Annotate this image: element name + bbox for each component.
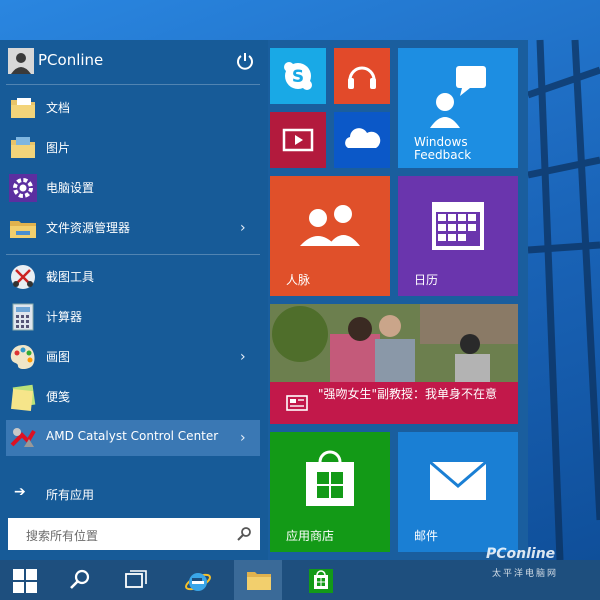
menu-item-label: AMD Catalyst Control Center — [46, 429, 219, 443]
news-headline-band: "强吻女生"副教授：我单身不在意 — [270, 382, 518, 424]
snipping-tool-icon — [8, 262, 38, 292]
menu-item-label: 文件资源管理器 — [46, 221, 131, 235]
task-view-button[interactable] — [112, 560, 160, 600]
tile-label: 人脉 — [286, 273, 311, 287]
user-account-row[interactable]: PConline — [0, 40, 268, 82]
sticky-notes-icon — [8, 382, 38, 412]
news-icon — [286, 395, 308, 411]
menu-item-label: 文档 — [46, 101, 71, 115]
watermark-sub: 太平洋电脑网 — [492, 569, 559, 579]
music-tile[interactable] — [334, 48, 390, 104]
tile-label: Windows Feedback — [414, 135, 472, 162]
menu-item-documents[interactable]: 文档 — [6, 90, 260, 126]
windows-feedback-tile[interactable]: Windows Feedback — [398, 48, 518, 168]
menu-item-sticky-notes[interactable]: 便笺 — [6, 379, 260, 415]
internet-explorer-icon — [185, 573, 211, 591]
watermark-brand: PConline — [486, 546, 556, 562]
folder-documents-icon — [8, 93, 38, 123]
menu-item-label: 截图工具 — [46, 270, 95, 284]
search-icon — [70, 569, 90, 589]
amd-catalyst-icon — [8, 423, 38, 453]
store-icon — [309, 569, 333, 593]
skype-tile[interactable]: S — [270, 48, 326, 104]
menu-item-pictures[interactable]: 图片 — [6, 130, 260, 166]
all-apps-button[interactable]: ➔ 所有应用 — [6, 480, 260, 508]
store-tile[interactable]: 应用商店 — [270, 432, 390, 552]
onedrive-tile[interactable] — [334, 112, 390, 168]
user-name: PConline — [38, 51, 104, 69]
windows-start-button[interactable] — [0, 560, 48, 600]
menu-item-amd-catalyst[interactable]: AMD Catalyst Control Center › — [6, 420, 260, 456]
windows-start-icon — [13, 569, 37, 593]
menu-item-label: 画图 — [46, 350, 71, 364]
all-apps-label: 所有应用 — [46, 488, 95, 502]
video-tile[interactable] — [270, 112, 326, 168]
search-icon[interactable] — [236, 526, 252, 542]
cloud-icon — [345, 128, 381, 148]
file-explorer-icon — [8, 213, 38, 243]
mail-tile[interactable]: 邮件 — [398, 432, 518, 552]
power-icon[interactable] — [234, 50, 256, 72]
arrow-right-icon: ➔ — [14, 484, 26, 500]
news-headline: "强吻女生"副教授：我单身不在意 — [318, 387, 498, 401]
menu-item-snipping-tool[interactable]: 截图工具 — [6, 259, 260, 295]
folder-pictures-icon — [8, 133, 38, 163]
store-taskbar-button[interactable] — [296, 560, 344, 600]
task-view-icon — [125, 570, 147, 588]
people-tile[interactable]: 人脉 — [270, 176, 390, 296]
start-menu: PConline 文档 图片 电脑设置 文件资源管理器 › 截图工具 计算器 画… — [0, 40, 528, 560]
svg-text:S: S — [292, 67, 304, 87]
search-input[interactable]: 搜索所有位置 — [8, 518, 260, 550]
divider — [6, 84, 260, 85]
chevron-right-icon[interactable]: › — [240, 220, 246, 236]
menu-item-file-explorer[interactable]: 文件资源管理器 › — [6, 210, 260, 246]
skype-icon: S — [284, 62, 312, 90]
start-menu-left-pane: PConline 文档 图片 电脑设置 文件资源管理器 › 截图工具 计算器 画… — [0, 40, 268, 560]
user-avatar — [8, 48, 34, 74]
divider — [6, 254, 260, 255]
gear-icon — [8, 173, 38, 203]
menu-item-calculator[interactable]: 计算器 — [6, 299, 260, 335]
paint-icon — [8, 342, 38, 372]
menu-item-label: 便笺 — [46, 390, 71, 404]
tile-label: 邮件 — [414, 529, 439, 543]
chevron-right-icon[interactable]: › — [240, 349, 246, 365]
tile-label: 应用商店 — [286, 529, 335, 543]
menu-item-label: 图片 — [46, 141, 71, 155]
calculator-icon — [8, 302, 38, 332]
video-icon — [282, 128, 314, 152]
tile-label: 日历 — [414, 273, 439, 287]
menu-item-label: 电脑设置 — [46, 181, 95, 195]
calendar-tile[interactable]: 日历 — [398, 176, 518, 296]
news-tile[interactable]: "强吻女生"副教授：我单身不在意 — [270, 304, 518, 424]
menu-item-label: 计算器 — [46, 310, 83, 324]
chevron-right-icon[interactable]: › — [240, 430, 246, 446]
menu-item-paint[interactable]: 画图 › — [6, 339, 260, 375]
file-explorer-icon — [247, 572, 271, 590]
taskbar-search-button[interactable] — [56, 560, 104, 600]
file-explorer-taskbar-button[interactable] — [234, 560, 282, 600]
headphones-icon — [348, 66, 376, 89]
news-photo — [270, 304, 518, 384]
internet-explorer-button[interactable] — [172, 560, 220, 600]
menu-item-pc-settings[interactable]: 电脑设置 — [6, 170, 260, 206]
search-placeholder: 搜索所有位置 — [26, 529, 99, 543]
